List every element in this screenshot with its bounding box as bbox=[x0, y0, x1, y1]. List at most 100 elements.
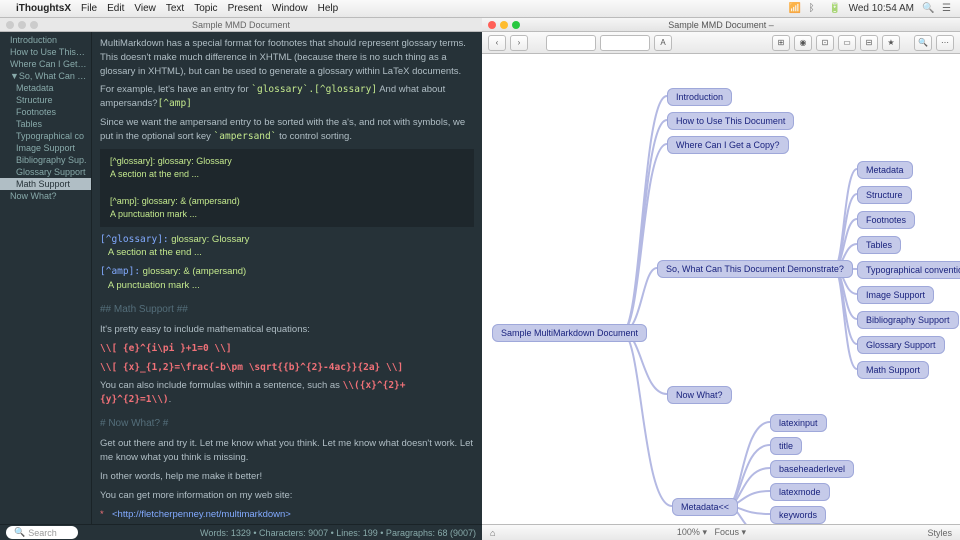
bluetooth-icon[interactable]: ᛒ bbox=[809, 3, 821, 15]
shape-select[interactable] bbox=[600, 35, 650, 51]
zoom-label[interactable]: 100% bbox=[677, 527, 700, 537]
para: MultiMarkdown has a special format for f… bbox=[100, 37, 474, 78]
tool-button[interactable]: ⊡ bbox=[816, 35, 834, 51]
status-text: Words: 1329 • Characters: 9007 • Lines: … bbox=[200, 528, 476, 538]
node[interactable]: Footnotes bbox=[857, 211, 915, 229]
minimize-icon[interactable] bbox=[500, 21, 508, 29]
focus-label[interactable]: Focus bbox=[714, 527, 739, 537]
minimize-icon[interactable] bbox=[18, 21, 26, 29]
para: You can also include formulas within a s… bbox=[100, 379, 474, 407]
zoom-icon[interactable] bbox=[30, 21, 38, 29]
toc-item[interactable]: Bibliography Sup. bbox=[0, 154, 91, 166]
battery-icon[interactable]: 🔋 bbox=[829, 3, 841, 15]
node[interactable]: baseheaderlevel bbox=[770, 460, 854, 478]
para: For example, let's have an entry for `gl… bbox=[100, 83, 474, 111]
app-name[interactable]: iThoughtsX bbox=[16, 3, 71, 14]
editor-statusbar: 🔍Search Words: 1329 • Characters: 9007 •… bbox=[0, 524, 482, 540]
mindmap-footer: ⌂ 100% ▾ Focus ▾ Styles bbox=[482, 524, 960, 540]
tool-button[interactable]: ★ bbox=[882, 35, 900, 51]
node[interactable]: Introduction bbox=[667, 88, 732, 106]
tool-button[interactable]: ▭ bbox=[838, 35, 856, 51]
node[interactable]: Where Can I Get a Copy? bbox=[667, 136, 789, 154]
menu-text[interactable]: Text bbox=[166, 3, 184, 14]
toc-item[interactable]: Footnotes bbox=[0, 106, 91, 118]
node[interactable]: How to Use This Document bbox=[667, 112, 794, 130]
node[interactable]: Math Support bbox=[857, 361, 929, 379]
toc-item[interactable]: Typographical co bbox=[0, 130, 91, 142]
para: [^glossary]: glossary: Glossary A sectio… bbox=[100, 233, 474, 261]
back-button[interactable]: ‹ bbox=[488, 35, 506, 51]
menu-help[interactable]: Help bbox=[318, 3, 339, 14]
heading-now: # Now What? # bbox=[100, 417, 474, 432]
heading-math: ## Math Support ## bbox=[100, 303, 474, 318]
node[interactable]: Now What? bbox=[667, 386, 732, 404]
para: [^amp]: glossary: & (ampersand) A punctu… bbox=[100, 265, 474, 293]
para: In other words, help me make it better! bbox=[100, 470, 474, 484]
font-button[interactable]: A bbox=[654, 35, 672, 51]
style-select[interactable] bbox=[546, 35, 596, 51]
node[interactable]: Structure bbox=[857, 186, 912, 204]
node[interactable]: So, What Can This Document Demonstrate? bbox=[657, 260, 853, 278]
node[interactable]: keywords bbox=[770, 506, 826, 524]
toc-item[interactable]: Now What? bbox=[0, 190, 91, 202]
menu-file[interactable]: File bbox=[81, 3, 97, 14]
node[interactable]: Glossary Support bbox=[857, 336, 945, 354]
notification-icon[interactable]: ☰ bbox=[942, 3, 954, 15]
toc-item[interactable]: Where Can I Get a... bbox=[0, 58, 91, 70]
zoom-icon[interactable] bbox=[512, 21, 520, 29]
node[interactable]: Metadata bbox=[857, 161, 913, 179]
code-block: [^glossary]: glossary: Glossary A sectio… bbox=[100, 149, 474, 226]
forward-button[interactable]: › bbox=[510, 35, 528, 51]
styles-label[interactable]: Styles bbox=[927, 528, 952, 538]
search-button[interactable]: 🔍 bbox=[914, 35, 932, 51]
toc-item[interactable]: Structure bbox=[0, 94, 91, 106]
tool-button[interactable]: ⊟ bbox=[860, 35, 878, 51]
editor-titlebar: Sample MMD Document bbox=[0, 18, 482, 32]
tool-button[interactable]: ◉ bbox=[794, 35, 812, 51]
toc-item[interactable]: Introduction bbox=[0, 34, 91, 46]
para: Since we want the ampersand entry to be … bbox=[100, 116, 474, 144]
node-root[interactable]: Sample MultiMarkdown Document bbox=[492, 324, 647, 342]
toc-item[interactable]: How to Use This Do bbox=[0, 46, 91, 58]
macos-menubar: iThoughtsX File Edit View Text Topic Pre… bbox=[0, 0, 960, 18]
menu-topic[interactable]: Topic bbox=[194, 3, 217, 14]
node[interactable]: latexinput bbox=[770, 414, 827, 432]
node[interactable]: Typographical conventions bbox=[857, 261, 960, 279]
menu-present[interactable]: Present bbox=[228, 3, 262, 14]
menubar-clock[interactable]: Wed 10:54 AM bbox=[849, 3, 914, 14]
node[interactable]: Bibliography Support bbox=[857, 311, 959, 329]
inspector-button[interactable]: ⋯ bbox=[936, 35, 954, 51]
node[interactable]: Metadata<< bbox=[672, 498, 738, 516]
editor-toc: IntroductionHow to Use This DoWhere Can … bbox=[0, 32, 92, 524]
breadcrumb-icon[interactable]: ⌂ bbox=[490, 528, 495, 538]
para: Get out there and try it. Let me know wh… bbox=[100, 437, 474, 465]
editor-title: Sample MMD Document bbox=[192, 20, 290, 30]
node[interactable]: Image Support bbox=[857, 286, 934, 304]
node[interactable]: title bbox=[770, 437, 802, 455]
mindmap-toolbar: ‹ › A ⊞ ◉ ⊡ ▭ ⊟ ★ 🔍 ⋯ bbox=[482, 32, 960, 54]
menu-window[interactable]: Window bbox=[272, 3, 308, 14]
tool-button[interactable]: ⊞ bbox=[772, 35, 790, 51]
wifi-icon[interactable]: 📶 bbox=[789, 3, 801, 15]
close-icon[interactable] bbox=[6, 21, 14, 29]
toc-item[interactable]: ▼So, What Can This... bbox=[0, 70, 91, 82]
close-icon[interactable] bbox=[488, 21, 496, 29]
menu-view[interactable]: View bbox=[134, 3, 156, 14]
node[interactable]: Tables bbox=[857, 236, 901, 254]
menu-edit[interactable]: Edit bbox=[107, 3, 124, 14]
equation: \\[ {e}^{i\pi }+1=0 \\] bbox=[100, 342, 474, 356]
node[interactable]: latexmode bbox=[770, 483, 830, 501]
search-input[interactable]: 🔍Search bbox=[6, 526, 78, 539]
mindmap-canvas[interactable]: Sample MultiMarkdown Document Introducti… bbox=[482, 54, 960, 524]
toc-item[interactable]: Image Support bbox=[0, 142, 91, 154]
toc-item[interactable]: Tables bbox=[0, 118, 91, 130]
spotlight-icon[interactable]: 🔍 bbox=[922, 3, 934, 15]
search-icon: 🔍 bbox=[14, 527, 25, 538]
editor-content[interactable]: MultiMarkdown has a special format for f… bbox=[92, 32, 482, 524]
toc-item[interactable]: Math Support bbox=[0, 178, 91, 190]
toc-item[interactable]: Glossary Support bbox=[0, 166, 91, 178]
list-item: <http://fletcherpenney.net/multimarkdown… bbox=[100, 508, 474, 522]
para: It's pretty easy to include mathematical… bbox=[100, 323, 474, 337]
editor-window: Sample MMD Document IntroductionHow to U… bbox=[0, 18, 482, 540]
toc-item[interactable]: Metadata bbox=[0, 82, 91, 94]
